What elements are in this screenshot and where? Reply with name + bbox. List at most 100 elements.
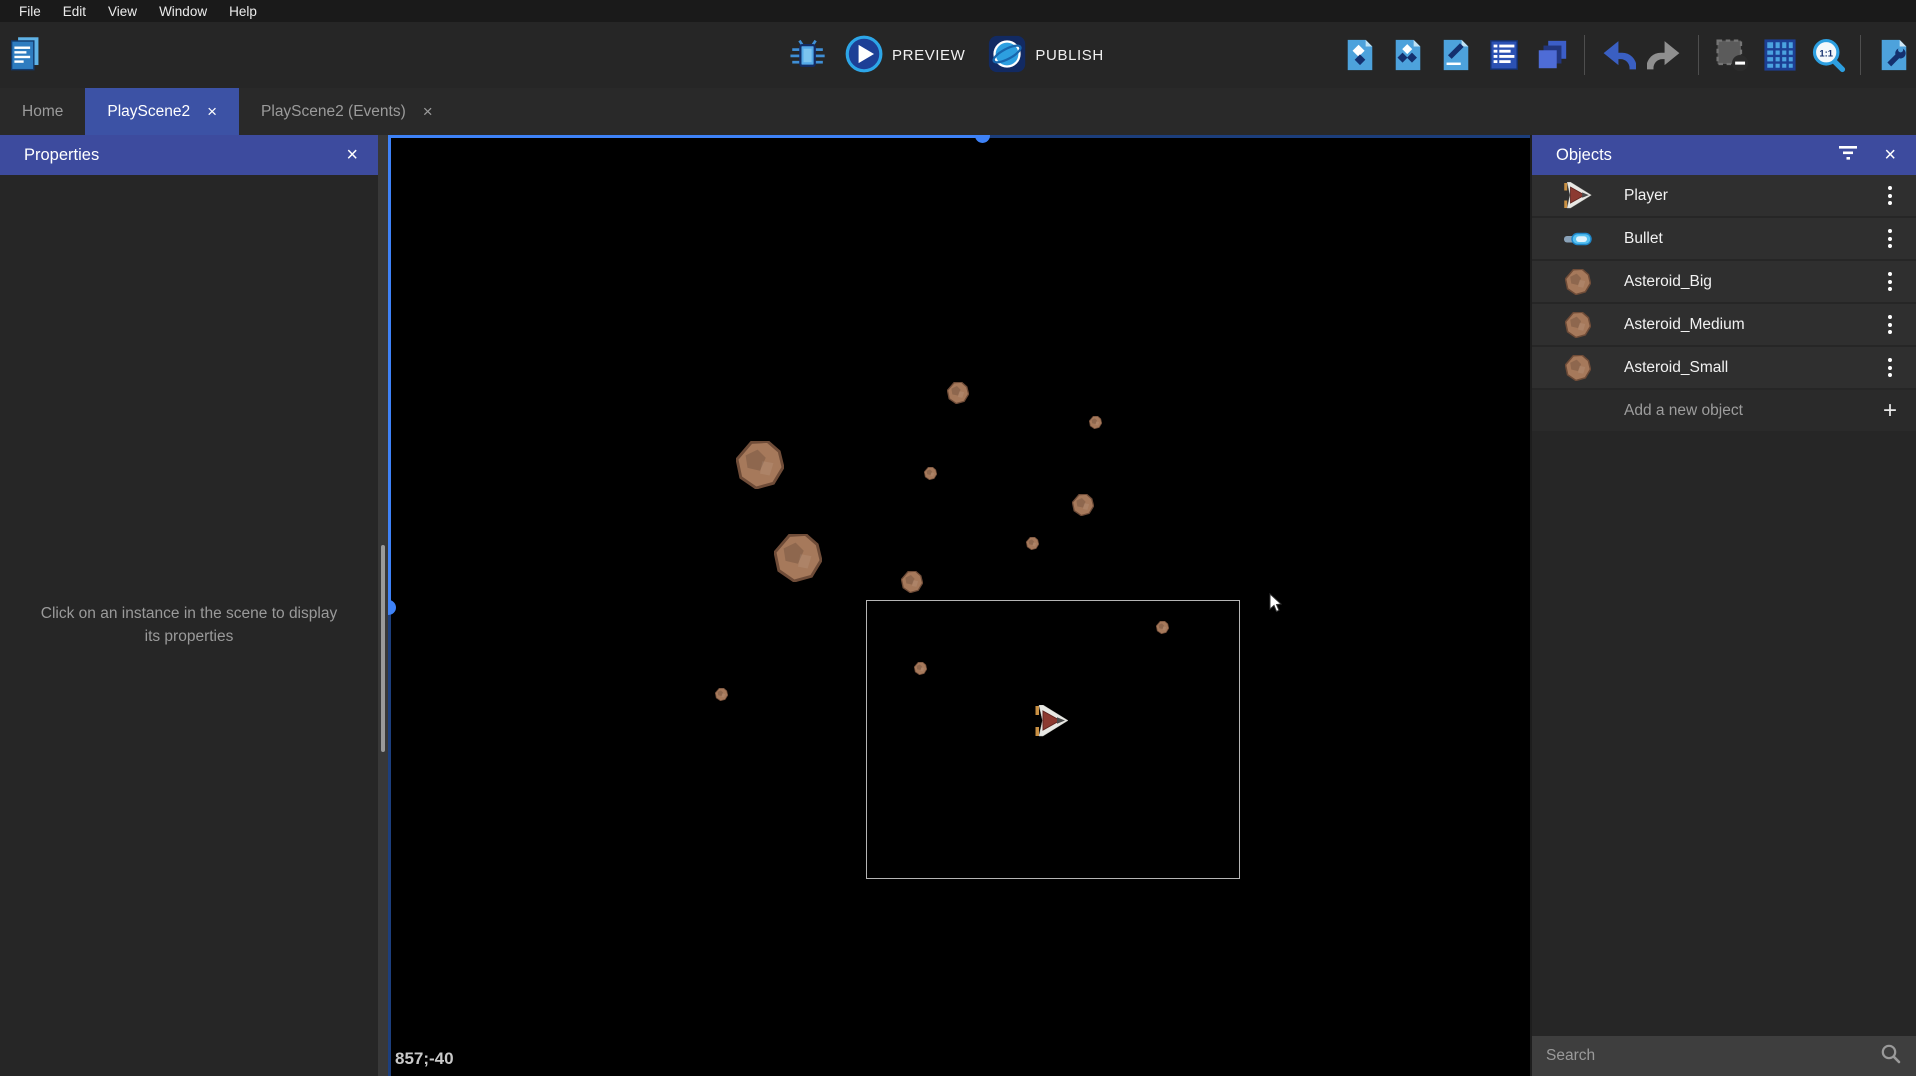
asteroid-small-instance[interactable] bbox=[1026, 537, 1039, 555]
asteroid-small-instance[interactable] bbox=[1156, 621, 1169, 639]
v-scrollbar-active[interactable] bbox=[388, 135, 391, 607]
player-instance[interactable] bbox=[1034, 705, 1070, 742]
properties-empty-message: Click on an instance in the scene to dis… bbox=[39, 603, 339, 648]
open-instances-list-icon[interactable] bbox=[1485, 37, 1522, 74]
redo-icon[interactable] bbox=[1647, 37, 1684, 74]
delete-instances-icon[interactable] bbox=[1713, 37, 1750, 74]
divider-scrollbar-thumb[interactable] bbox=[381, 545, 385, 752]
objects-panel-spacer bbox=[1532, 431, 1916, 1032]
objects-panel: Objects × Player Bullet Asteroid_Big Astero… bbox=[1530, 135, 1916, 1076]
object-label: Asteroid_Small bbox=[1624, 359, 1864, 377]
add-object-label: Add a new object bbox=[1532, 402, 1864, 420]
object-row-asteroid_big[interactable]: Asteroid_Big bbox=[1532, 261, 1916, 302]
asteroid-small-instance[interactable] bbox=[1089, 416, 1102, 434]
objects-panel-header: Objects × bbox=[1532, 135, 1916, 175]
asteroid-small-instance[interactable] bbox=[914, 662, 927, 680]
toolbar-separator bbox=[1698, 35, 1699, 75]
add-object-button[interactable]: Add a new object + bbox=[1532, 390, 1916, 431]
menu-item-edit[interactable]: Edit bbox=[52, 2, 97, 21]
asteroid-small-instance[interactable] bbox=[924, 467, 937, 485]
object-menu-icon[interactable] bbox=[1864, 358, 1916, 377]
open-objects-editor-icon[interactable] bbox=[1341, 37, 1378, 74]
undo-icon[interactable] bbox=[1599, 37, 1636, 74]
scene-canvas[interactable]: 857;-40 bbox=[388, 135, 1530, 1076]
asteroid-big-instance[interactable] bbox=[736, 441, 784, 494]
object-label: Asteroid_Medium bbox=[1624, 316, 1864, 334]
object-row-asteroid_medium[interactable]: Asteroid_Medium bbox=[1532, 304, 1916, 345]
h-scrollbar-thumb[interactable] bbox=[975, 135, 990, 143]
preview-button[interactable]: PREVIEW bbox=[840, 30, 969, 81]
preview-label: PREVIEW bbox=[892, 47, 965, 64]
preview-play-icon bbox=[844, 34, 884, 77]
tab-home[interactable]: Home bbox=[0, 88, 85, 135]
object-search-input[interactable] bbox=[1546, 1047, 1880, 1065]
object-row-player[interactable]: Player bbox=[1532, 175, 1916, 216]
menu-item-view[interactable]: View bbox=[97, 2, 148, 21]
publish-label: PUBLISH bbox=[1035, 47, 1103, 64]
object-row-asteroid_small[interactable]: Asteroid_Small bbox=[1532, 347, 1916, 388]
mouse-cursor bbox=[1269, 593, 1283, 613]
tab-playscene2[interactable]: PlayScene2 × bbox=[85, 88, 239, 135]
panel-divider[interactable] bbox=[378, 135, 388, 1076]
toolbar: PREVIEW PUBLISH bbox=[0, 22, 1916, 88]
menu-item-file[interactable]: File bbox=[8, 2, 52, 21]
asteroid-icon bbox=[1532, 355, 1624, 381]
asteroid-small-instance[interactable] bbox=[715, 688, 728, 706]
h-scrollbar-inactive[interactable] bbox=[982, 135, 1530, 138]
object-menu-icon[interactable] bbox=[1864, 229, 1916, 248]
menu-bar: File Edit View Window Help bbox=[0, 0, 1916, 22]
zoom-1-1-icon[interactable]: 1:1 bbox=[1809, 37, 1846, 74]
menu-item-help[interactable]: Help bbox=[218, 2, 268, 21]
search-icon[interactable] bbox=[1880, 1043, 1902, 1070]
asteroid-big-instance[interactable] bbox=[774, 534, 822, 587]
open-properties-icon[interactable] bbox=[1437, 37, 1474, 74]
properties-panel-title: Properties bbox=[24, 146, 344, 165]
svg-text:1:1: 1:1 bbox=[1819, 48, 1833, 59]
toggle-grid-icon[interactable] bbox=[1761, 37, 1798, 74]
setup-grid-icon[interactable] bbox=[1875, 37, 1912, 74]
debugger-icon[interactable] bbox=[789, 37, 826, 74]
project-manager-icon[interactable] bbox=[7, 34, 44, 71]
object-menu-icon[interactable] bbox=[1864, 186, 1916, 205]
object-label: Asteroid_Big bbox=[1624, 273, 1864, 291]
tab-playscene2-events[interactable]: PlayScene2 (Events) × bbox=[239, 88, 455, 135]
asteroid-medium-instance[interactable] bbox=[1072, 494, 1094, 521]
tab-home-label: Home bbox=[22, 103, 63, 121]
object-menu-icon[interactable] bbox=[1864, 272, 1916, 291]
open-object-groups-icon[interactable] bbox=[1389, 37, 1426, 74]
objects-panel-title: Objects bbox=[1556, 146, 1839, 165]
object-label: Player bbox=[1624, 187, 1864, 205]
bullet-icon bbox=[1532, 231, 1624, 247]
object-row-bullet[interactable]: Bullet bbox=[1532, 218, 1916, 259]
object-search-bar bbox=[1532, 1036, 1916, 1076]
properties-panel: Properties × Click on an instance in the… bbox=[0, 135, 378, 1076]
close-icon[interactable]: × bbox=[344, 145, 360, 165]
cursor-coordinates: 857;-40 bbox=[395, 1049, 454, 1069]
object-menu-icon[interactable] bbox=[1864, 315, 1916, 334]
properties-panel-header: Properties × bbox=[0, 135, 378, 175]
h-scrollbar-active[interactable] bbox=[388, 135, 982, 138]
v-scrollbar-inactive[interactable] bbox=[388, 607, 391, 1076]
close-icon[interactable]: × bbox=[1882, 145, 1898, 165]
asteroid-icon bbox=[1532, 269, 1624, 295]
asteroid-medium-instance[interactable] bbox=[901, 571, 923, 598]
properties-panel-body: Click on an instance in the scene to dis… bbox=[0, 175, 378, 1076]
menu-item-window[interactable]: Window bbox=[148, 2, 218, 21]
close-icon[interactable]: × bbox=[207, 103, 217, 120]
asteroid-icon bbox=[1532, 312, 1624, 338]
publish-button[interactable]: PUBLISH bbox=[983, 30, 1107, 81]
filter-icon[interactable] bbox=[1839, 145, 1858, 166]
tab-playscene2-label: PlayScene2 bbox=[107, 103, 190, 121]
player-ship-icon bbox=[1532, 182, 1624, 209]
v-scrollbar-thumb[interactable] bbox=[388, 600, 396, 615]
toolbar-separator bbox=[1584, 35, 1585, 75]
tab-playscene2-events-label: PlayScene2 (Events) bbox=[261, 103, 406, 121]
objects-list: Player Bullet Asteroid_Big Asteroid_Medium A… bbox=[1532, 175, 1916, 390]
publish-globe-icon bbox=[987, 34, 1027, 77]
open-layers-editor-icon[interactable] bbox=[1533, 37, 1570, 74]
plus-icon: + bbox=[1864, 397, 1916, 425]
object-label: Bullet bbox=[1624, 230, 1864, 248]
tab-bar: Home PlayScene2 × PlayScene2 (Events) × bbox=[0, 88, 1916, 135]
asteroid-medium-instance[interactable] bbox=[947, 382, 969, 409]
close-icon[interactable]: × bbox=[423, 103, 433, 120]
